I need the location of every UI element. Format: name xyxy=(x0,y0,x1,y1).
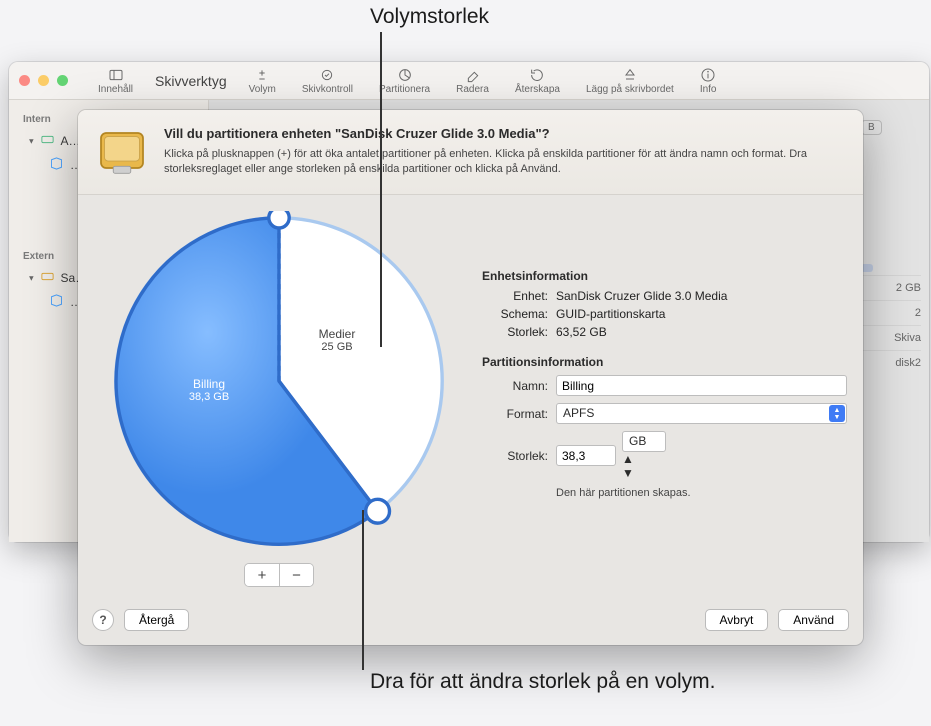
toolbar-firstaid-label: Skivkontroll xyxy=(302,84,353,95)
annotation-bottom: Dra för att ändra storlek på en volym. xyxy=(370,670,716,694)
sidebar-list-icon xyxy=(108,67,124,83)
format-label: Format: xyxy=(482,407,548,421)
device-label: Enhet: xyxy=(482,289,548,303)
chevron-up-down-icon: ▲▼ xyxy=(622,452,666,480)
pie-icon xyxy=(397,67,413,83)
sheet-title: Vill du partitionera enheten "SanDisk Cr… xyxy=(164,126,847,141)
container-icon xyxy=(49,156,64,174)
internal-disk-icon xyxy=(40,132,55,150)
minimize-window-icon[interactable] xyxy=(38,75,49,86)
format-select[interactable]: APFS ▲▼ xyxy=(556,403,847,424)
name-label: Namn: xyxy=(482,379,548,393)
partition-sheet: Vill du partitionera enheten "SanDisk Cr… xyxy=(78,110,863,645)
toolbar-info-button[interactable]: Info xyxy=(690,67,727,95)
info-icon xyxy=(700,67,716,83)
close-window-icon[interactable] xyxy=(19,75,30,86)
total-size-label: Storlek: xyxy=(482,325,548,339)
format-value: APFS xyxy=(556,403,847,424)
toolbar-restore-button[interactable]: Återskapa xyxy=(505,67,570,95)
apply-button[interactable]: Använd xyxy=(778,609,849,631)
zoom-window-icon[interactable] xyxy=(57,75,68,86)
partition-size-input[interactable] xyxy=(556,445,616,466)
total-size-value: 63,52 GB xyxy=(556,325,847,339)
app-title: Skivverktyg xyxy=(149,73,233,89)
size-unit-select[interactable]: GB ▲▼ xyxy=(622,431,666,480)
toolbar-firstaid-button[interactable]: Skivkontroll xyxy=(292,67,363,95)
chevron-up-down-icon: ▲▼ xyxy=(829,405,845,422)
titlebar: Innehåll Skivverktyg Volym Skivkontroll … xyxy=(9,62,929,100)
help-button[interactable]: ? xyxy=(92,609,114,631)
toolbar-partition-label: Partitionera xyxy=(379,84,430,95)
disclosure-triangle-icon[interactable]: ▸ xyxy=(26,139,37,144)
add-remove-partition: + − xyxy=(244,563,314,587)
external-disk-icon xyxy=(40,269,55,287)
toolbar-view-label: Innehåll xyxy=(98,84,133,95)
toolbar-restore-label: Återskapa xyxy=(515,84,560,95)
window-controls xyxy=(19,75,68,86)
restore-icon xyxy=(529,67,545,83)
toolbar-info-label: Info xyxy=(700,84,717,95)
sheet-header: Vill du partitionera enheten "SanDisk Cr… xyxy=(78,110,863,195)
scheme-value: GUID-partitionskarta xyxy=(556,307,847,321)
remove-partition-button[interactable]: − xyxy=(279,564,313,586)
device-info-heading: Enhetsinformation xyxy=(482,269,847,283)
toolbar-volume-label: Volym xyxy=(249,84,276,95)
pointer-line-top xyxy=(380,32,382,347)
partition-info-heading: Partitionsinformation xyxy=(482,355,847,369)
toolbar-erase-label: Radera xyxy=(456,84,489,95)
add-partition-button[interactable]: + xyxy=(245,564,279,586)
revert-button[interactable]: Återgå xyxy=(124,609,189,631)
external-hd-icon xyxy=(94,126,150,182)
resize-handle-top[interactable] xyxy=(269,211,289,228)
mount-icon xyxy=(622,67,638,83)
partition-name-input[interactable] xyxy=(556,375,847,396)
toolbar-volume-button[interactable]: Volym xyxy=(239,67,286,95)
toolbar-erase-button[interactable]: Radera xyxy=(446,67,499,95)
scheme-label: Schema: xyxy=(482,307,548,321)
annotation-top: Volymstorlek xyxy=(370,5,489,29)
toolbar-mount-button[interactable]: Lägg på skrivbordet xyxy=(576,67,684,95)
partition-note: Den här partitionen skapas. xyxy=(556,487,847,499)
stethoscope-icon xyxy=(319,67,335,83)
pointer-line-bottom xyxy=(362,510,364,670)
sheet-description: Klicka på plusknappen (+) för att öka an… xyxy=(164,147,847,177)
partition-pie-chart[interactable]: Billing 38,3 GB Medier 25 GB xyxy=(109,211,449,551)
resize-handle-bottom[interactable] xyxy=(366,499,390,523)
toolbar-view-button[interactable]: Innehåll xyxy=(88,67,143,95)
size-label: Storlek: xyxy=(482,449,548,463)
container-icon xyxy=(49,293,64,311)
cancel-button[interactable]: Avbryt xyxy=(705,609,769,631)
size-unit-value: GB xyxy=(622,431,666,452)
toolbar-mount-label: Lägg på skrivbordet xyxy=(586,84,674,95)
device-value: SanDisk Cruzer Glide 3.0 Media xyxy=(556,289,847,303)
erase-icon xyxy=(465,67,481,83)
plus-minus-icon xyxy=(254,67,270,83)
disclosure-triangle-icon[interactable]: ▸ xyxy=(26,276,37,281)
